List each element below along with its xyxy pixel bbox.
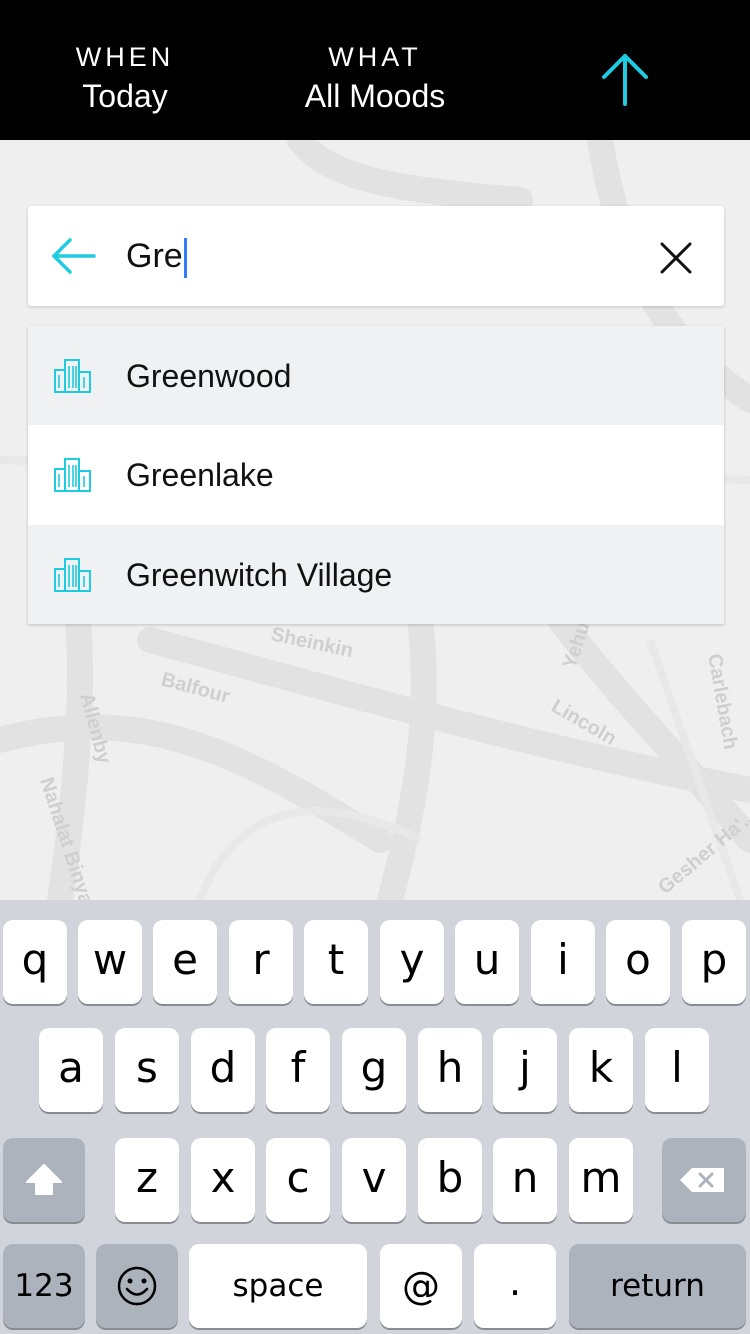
key-w[interactable]: w xyxy=(78,920,142,1004)
search-input-value: Gre xyxy=(126,237,183,275)
key-j[interactable]: j xyxy=(493,1028,557,1112)
search-bar: Gre xyxy=(28,206,724,306)
key-s[interactable]: s xyxy=(115,1028,179,1112)
suggestion-label: Greenwitch Village xyxy=(126,557,393,593)
key-i[interactable]: i xyxy=(531,920,595,1004)
smiley-icon xyxy=(117,1266,157,1306)
keyboard: q w e r t y u i o p a s d f g h j k l z … xyxy=(0,900,750,1334)
key-v[interactable]: v xyxy=(342,1138,406,1222)
key-f[interactable]: f xyxy=(266,1028,330,1112)
shift-arrow-icon xyxy=(26,1164,62,1195)
backspace-icon xyxy=(680,1168,724,1192)
key-y[interactable]: y xyxy=(380,920,444,1004)
arrow-up-icon[interactable] xyxy=(590,50,660,110)
emoji-key[interactable] xyxy=(96,1244,178,1328)
key-r[interactable]: r xyxy=(229,920,293,1004)
city-buildings-icon xyxy=(54,358,92,394)
suggestion-item[interactable]: Greenwood xyxy=(28,326,724,425)
key-u[interactable]: u xyxy=(455,920,519,1004)
city-buildings-icon xyxy=(54,557,92,593)
search-input[interactable]: Gre xyxy=(126,231,187,281)
key-o[interactable]: o xyxy=(606,920,670,1004)
key-z[interactable]: z xyxy=(115,1138,179,1222)
dot-key[interactable]: . xyxy=(474,1244,556,1328)
top-bar: WHEN Today WHAT All Moods xyxy=(0,0,750,140)
what-filter[interactable]: WHAT All Moods xyxy=(270,40,480,118)
key-a[interactable]: a xyxy=(39,1028,103,1112)
arrow-left-icon[interactable] xyxy=(50,236,98,276)
key-d[interactable]: d xyxy=(191,1028,255,1112)
what-value: All Moods xyxy=(304,78,446,114)
suggestion-item[interactable]: Greenwitch Village xyxy=(28,525,724,624)
when-filter[interactable]: WHEN Today xyxy=(50,40,200,118)
backspace-key[interactable] xyxy=(662,1138,746,1222)
text-caret xyxy=(183,238,187,279)
key-t[interactable]: t xyxy=(304,920,368,1004)
when-caption: WHEN xyxy=(75,42,175,72)
shift-key[interactable] xyxy=(3,1138,85,1222)
key-k[interactable]: k xyxy=(569,1028,633,1112)
key-e[interactable]: e xyxy=(153,920,217,1004)
suggestion-label: Greenlake xyxy=(126,457,274,493)
key-p[interactable]: p xyxy=(682,920,746,1004)
key-g[interactable]: g xyxy=(342,1028,406,1112)
key-b[interactable]: b xyxy=(418,1138,482,1222)
return-key[interactable]: return xyxy=(569,1244,746,1328)
key-h[interactable]: h xyxy=(418,1028,482,1112)
key-c[interactable]: c xyxy=(266,1138,330,1222)
suggestion-label: Greenwood xyxy=(126,358,292,394)
suggestion-list: Greenwood Greenlake Greenwitch Village xyxy=(28,326,724,624)
key-m[interactable]: m xyxy=(569,1138,633,1222)
numbers-key[interactable]: 123 xyxy=(3,1244,85,1328)
key-l[interactable]: l xyxy=(645,1028,709,1112)
close-icon[interactable] xyxy=(658,240,694,276)
key-n[interactable]: n xyxy=(493,1138,557,1222)
suggestion-item[interactable]: Greenlake xyxy=(28,425,724,524)
what-caption: WHAT xyxy=(328,42,422,72)
at-key[interactable]: @ xyxy=(380,1244,462,1328)
key-x[interactable]: x xyxy=(191,1138,255,1222)
space-key[interactable]: space xyxy=(189,1244,367,1328)
city-buildings-icon xyxy=(54,457,92,493)
key-q[interactable]: q xyxy=(3,920,67,1004)
when-value: Today xyxy=(82,78,168,114)
